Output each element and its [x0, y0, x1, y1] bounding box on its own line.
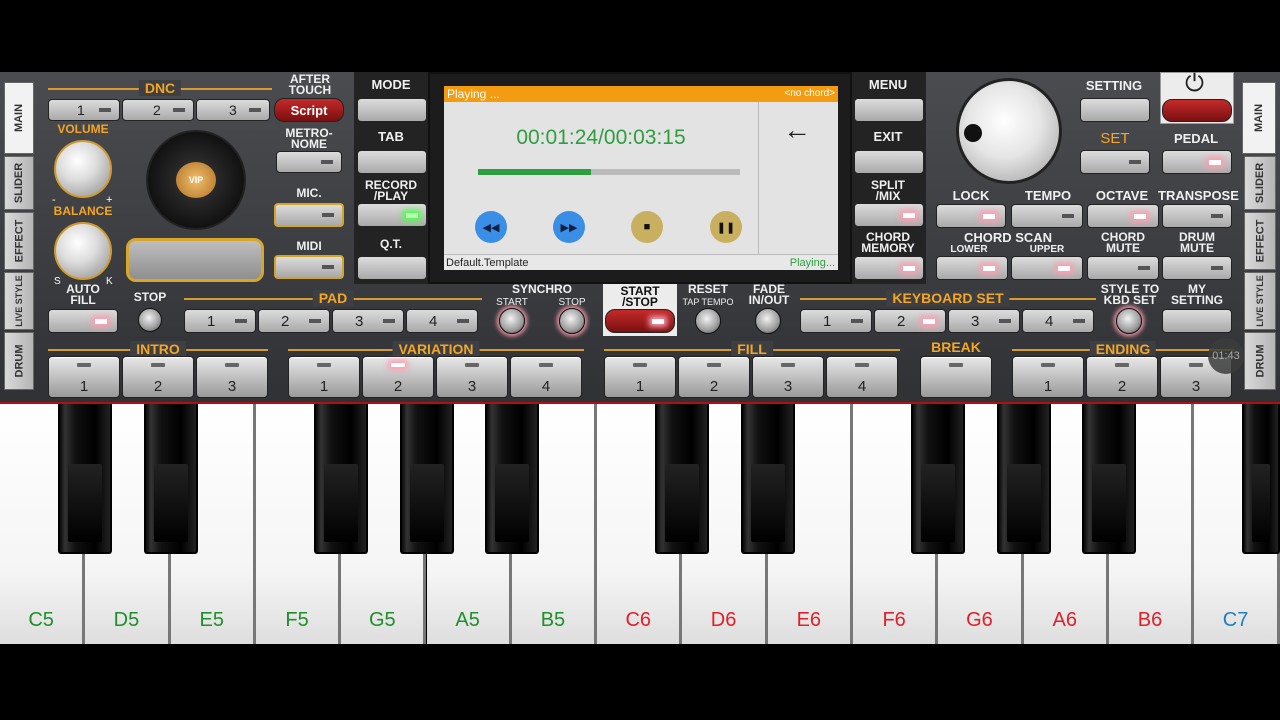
key-label: G6	[966, 609, 993, 631]
key-label: E5	[199, 609, 224, 631]
black-key[interactable]	[314, 404, 369, 554]
black-key[interactable]	[58, 404, 113, 554]
key-label: D6	[710, 609, 737, 631]
key-label: A5	[455, 609, 480, 631]
black-key[interactable]	[143, 404, 198, 554]
black-key[interactable]	[1242, 404, 1280, 554]
black-key[interactable]	[484, 404, 539, 554]
key-label: D5	[113, 609, 140, 631]
key-label: C7	[1222, 609, 1249, 631]
key-label: A6	[1052, 609, 1077, 631]
key-label: G5	[368, 609, 396, 631]
piano-keyboard: C5 D5 E5 F5 G5 A5 B5 C6 D6 E6 F6 G6 A6 B6 C7	[0, 0, 1280, 720]
black-key[interactable]	[996, 404, 1051, 554]
key-label: F5	[285, 609, 309, 631]
black-key[interactable]	[399, 404, 454, 554]
key-label: E6	[796, 609, 822, 631]
black-key[interactable]	[740, 404, 795, 554]
black-key[interactable]	[911, 404, 966, 554]
key-label: F6	[882, 609, 906, 631]
key-label: C5	[28, 609, 54, 631]
key-label: B5	[540, 609, 566, 631]
key-label: C6	[625, 609, 652, 631]
key-label: B6	[1137, 609, 1163, 631]
black-key[interactable]	[1081, 404, 1136, 554]
black-key[interactable]	[655, 404, 710, 554]
